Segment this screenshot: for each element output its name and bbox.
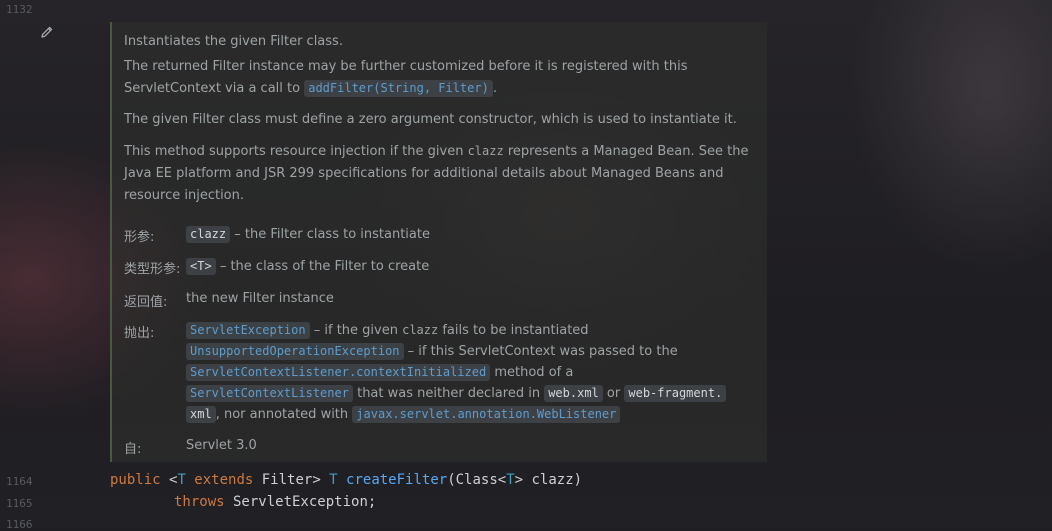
doc-text: – if this ServletContext was passed to t… [407,344,678,359]
inline-code: clazz [467,144,504,158]
doc-text: fails to be instantiated [442,323,589,338]
line-number: 1166 [6,518,33,531]
doc-text: represents a Managed Bean. See the [507,144,749,159]
throws-label: 抛出: [124,326,155,341]
param-description: – the Filter class to instantiate [234,227,430,242]
context-initialized-link[interactable]: ServletContextListener.contextInitialize… [186,364,491,381]
inline-code: web-fragment. [624,385,727,402]
type-param-description: – the class of the Filter to create [219,259,430,274]
doc-paragraph: The given Filter class must define a zer… [124,112,737,127]
params-label: 形参: [124,230,155,245]
doc-text: – if the given [313,323,398,338]
doc-text: , nor annotated with [215,407,349,422]
keyword: extends [185,472,254,488]
doc-text: . [492,81,497,96]
type-params-label: 类型形参: [124,262,181,277]
keyword: throws [174,494,225,510]
param-name: clazz [186,226,231,243]
method-name: createFilter [337,472,448,488]
type-param: T [177,472,186,488]
doc-text: or [606,386,621,401]
unsupported-operation-exception-link[interactable]: UnsupportedOperationException [186,343,404,360]
code-token: (Class< [447,472,507,488]
code-line[interactable]: throws ServletException; [174,494,376,510]
inline-code: web.xml [544,385,603,402]
doc-text: This method supports resource injection … [124,144,464,159]
since-label: 自: [124,442,142,457]
throws-line: ServletContextListener.contextInitialize… [186,364,573,381]
type-param: T [506,472,515,488]
code-token: < [160,472,178,488]
code-line[interactable]: public <T extends Filter> T createFilter… [110,472,582,488]
doc-paragraph-line: Java EE platform and JSR 299 specificati… [124,166,724,181]
doc-text: that was neither declared in [357,386,541,401]
doc-paragraph-line: ServletContext via a call to addFilter(S… [124,80,497,97]
code-token: > clazz) [514,472,583,488]
inline-code: xml [186,406,216,423]
doc-paragraph-line: The returned Filter instance may be furt… [124,59,688,74]
doc-summary: Instantiates the given Filter class. [124,34,343,49]
returns-label: 返回值: [124,295,168,310]
throws-line: ServletException – if the given clazz fa… [186,322,589,339]
weblistener-link[interactable]: javax.servlet.annotation.WebListener [352,406,621,423]
servlet-exception-link[interactable]: ServletException [186,322,310,339]
code-token: ServletException; [224,494,377,510]
throws-line: xml, nor annotated with javax.servlet.an… [186,406,621,423]
addfilter-link[interactable]: addFilter(String, Filter) [304,80,493,97]
inline-code: clazz [402,323,439,337]
type-param: T [329,472,338,488]
doc-text: ServletContext via a call to [124,81,301,96]
line-number: 1164 [6,475,33,488]
throws-line: UnsupportedOperationException – if this … [186,343,678,360]
doc-paragraph-line: resource injection. [124,188,245,203]
returns-value: the new Filter instance [186,291,334,306]
params-value: clazz – the Filter class to instantiate [186,226,430,243]
type-params-value: <T> – the class of the Filter to create [186,258,429,275]
throws-line: ServletContextListener that was neither … [186,385,727,402]
line-number: 1165 [6,497,33,510]
servlet-context-listener-link[interactable]: ServletContextListener [186,385,353,402]
code-token: Filter> [253,472,330,488]
line-number: 1132 [6,3,33,16]
doc-text: method of a [494,365,574,380]
type-param-name: <T> [186,258,216,275]
doc-paragraph-line: This method supports resource injection … [124,144,748,159]
since-value: Servlet 3.0 [186,438,257,453]
keyword: public [110,472,161,488]
pencil-icon[interactable] [39,24,55,40]
